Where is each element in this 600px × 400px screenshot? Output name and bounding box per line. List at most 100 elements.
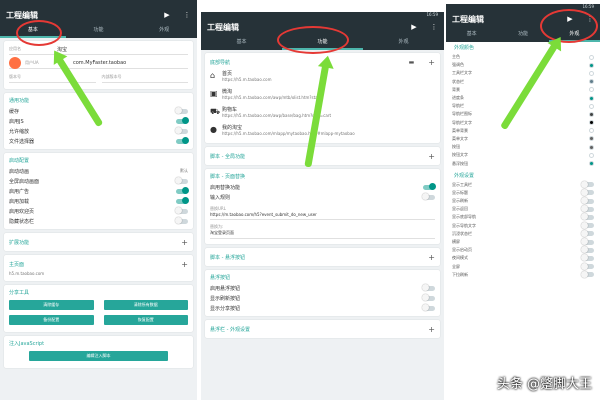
setting-toggle[interactable] xyxy=(175,207,188,214)
version-field[interactable]: 版本号 xyxy=(9,72,96,83)
color-label: 按钮 xyxy=(452,144,460,150)
color-row[interactable]: 导航栏 xyxy=(452,102,594,110)
color-swatch[interactable] xyxy=(589,103,594,109)
color-swatch[interactable] xyxy=(589,128,594,134)
setting-row: 隐藏状态栏 xyxy=(9,216,188,226)
setting-label: 全屏启动画面 xyxy=(9,178,40,185)
setting-toggle[interactable] xyxy=(175,217,188,224)
list-item[interactable]: ● 我的淘宝 https://h5.m.taobao.com/mlapp/myta… xyxy=(210,122,435,140)
backup-button[interactable]: 备份配置 xyxy=(9,315,94,325)
watermark: 头条 @蹩脚大王 xyxy=(496,377,592,392)
add-icon[interactable]: + xyxy=(181,260,188,269)
setting-toggle[interactable] xyxy=(581,246,594,254)
setting-toggle[interactable] xyxy=(175,127,188,134)
setting-toggle[interactable] xyxy=(581,262,594,270)
nav-item-url: https://h5.m.taobao.com xyxy=(222,77,272,82)
add-icon[interactable]: + xyxy=(428,325,435,334)
play-icon[interactable]: ▶ xyxy=(410,23,418,31)
setting-toggle[interactable] xyxy=(581,238,594,246)
replace-url-input[interactable]: 替换URL https://m.taobao.com/h5?event_subm… xyxy=(210,204,435,220)
setting-toggle[interactable] xyxy=(581,229,594,237)
list-item[interactable]: ⛟ 购物车 https://h5.m.taobao.com/awp/base/ba… xyxy=(210,104,435,122)
setting-label: 显示导航文字 xyxy=(452,222,476,228)
setting-toggle[interactable] xyxy=(422,193,435,200)
color-row[interactable]: 导航栏文字 xyxy=(452,119,594,127)
color-row[interactable]: 菜单文字 xyxy=(452,135,594,143)
clear-data-button[interactable]: 清除所有数据 xyxy=(103,300,188,310)
color-swatch[interactable] xyxy=(589,152,594,158)
input-value: 淘宝登录页面 xyxy=(210,230,234,235)
user-agent-value: com.MyFaster.taobao xyxy=(73,60,127,66)
setting-toggle[interactable] xyxy=(175,177,188,184)
add-icon[interactable]: + xyxy=(428,152,435,161)
setting-toggle[interactable] xyxy=(581,180,594,188)
setting-toggle[interactable] xyxy=(581,254,594,262)
color-swatch[interactable] xyxy=(589,79,594,85)
color-row[interactable]: 按钮 xyxy=(452,143,594,151)
tab-basic[interactable]: 基本 xyxy=(446,28,497,42)
color-row[interactable]: 按钮文字 xyxy=(452,151,594,159)
color-swatch[interactable] xyxy=(589,161,594,167)
setting-toggle[interactable] xyxy=(581,270,594,278)
setting-toggle[interactable] xyxy=(581,221,594,229)
add-icon[interactable]: + xyxy=(181,238,188,247)
setting-label: 夜间模式 xyxy=(452,255,468,261)
setting-toggle[interactable] xyxy=(581,197,594,205)
color-swatch[interactable] xyxy=(589,70,594,76)
color-row[interactable]: 状态栏 xyxy=(452,78,594,86)
add-icon[interactable]: + xyxy=(428,58,435,67)
float-settings-card: 悬浮按钮 启用悬浮按钮 显示刷新按钮 显示分享按钮 xyxy=(205,270,440,316)
tab-basic[interactable]: 基本 xyxy=(201,36,282,50)
homepage-url[interactable]: h5.m.taobao.com xyxy=(9,270,188,278)
clear-cache-button[interactable]: 清除缓存 xyxy=(9,300,94,310)
more-icon[interactable]: ⋮ xyxy=(430,23,438,31)
color-swatch[interactable] xyxy=(589,111,594,117)
color-row[interactable]: 悬浮按钮 xyxy=(452,159,594,167)
restore-button[interactable]: 恢复配置 xyxy=(103,315,188,325)
rule-row[interactable]: 输入规则 xyxy=(210,192,435,202)
replace-text-input[interactable]: 替换为: 淘宝登录页面 xyxy=(210,222,435,239)
setting-toggle[interactable] xyxy=(176,117,189,124)
setting-toggle[interactable] xyxy=(581,188,594,196)
section-title: 主页面 xyxy=(9,261,25,268)
color-swatch[interactable] xyxy=(589,144,594,150)
color-swatch[interactable] xyxy=(589,136,594,142)
setting-toggle[interactable] xyxy=(175,107,188,114)
setting-toggle[interactable] xyxy=(422,304,435,311)
more-icon[interactable]: ⋮ xyxy=(183,11,191,19)
setting-toggle[interactable] xyxy=(176,137,189,144)
setting-toggle[interactable] xyxy=(423,183,436,190)
add-icon[interactable]: + xyxy=(428,253,435,262)
user-agent-field[interactable]: 用户UA com.MyFaster.taobao xyxy=(9,57,188,69)
color-row[interactable]: 工具栏文字 xyxy=(452,69,594,77)
color-row[interactable]: 强调色 xyxy=(452,61,594,69)
setting-toggle[interactable] xyxy=(422,294,435,301)
setting-toggle[interactable] xyxy=(422,284,435,291)
color-label: 导航栏图标 xyxy=(452,111,472,117)
setting-label: 启用加载 xyxy=(9,198,30,205)
section-title: 通用功能 xyxy=(9,98,30,104)
setting-toggle[interactable] xyxy=(581,213,594,221)
app-icon[interactable] xyxy=(9,57,21,69)
setting-label: 横屏 xyxy=(452,239,460,245)
setting-toggle[interactable] xyxy=(176,197,189,204)
color-swatch[interactable] xyxy=(589,120,594,126)
color-swatch[interactable] xyxy=(589,62,594,68)
color-swatch[interactable] xyxy=(589,95,594,101)
color-row[interactable]: 导航栏图标 xyxy=(452,110,594,118)
play-icon[interactable]: ▶ xyxy=(163,11,171,19)
color-row[interactable]: 菜单背景 xyxy=(452,127,594,135)
startup-animation-row[interactable]: 启动动画 默认 xyxy=(9,166,188,176)
tab-appearance[interactable]: 外观 xyxy=(363,36,444,50)
tab-function[interactable]: 功能 xyxy=(66,24,132,38)
sort-icon[interactable]: ▬ xyxy=(409,59,415,66)
color-swatch[interactable] xyxy=(589,54,594,60)
tab-appearance[interactable]: 外观 xyxy=(131,24,197,38)
build-field[interactable]: 内部版本号 xyxy=(101,72,188,83)
setting-toggle[interactable] xyxy=(581,205,594,213)
setting-toggle[interactable] xyxy=(176,187,189,194)
color-swatch[interactable] xyxy=(589,87,594,93)
color-row[interactable]: 主色 xyxy=(452,53,594,61)
edit-script-button[interactable]: 编辑注入脚本 xyxy=(29,351,168,361)
setting-row: 启用替换功能 xyxy=(210,182,436,192)
